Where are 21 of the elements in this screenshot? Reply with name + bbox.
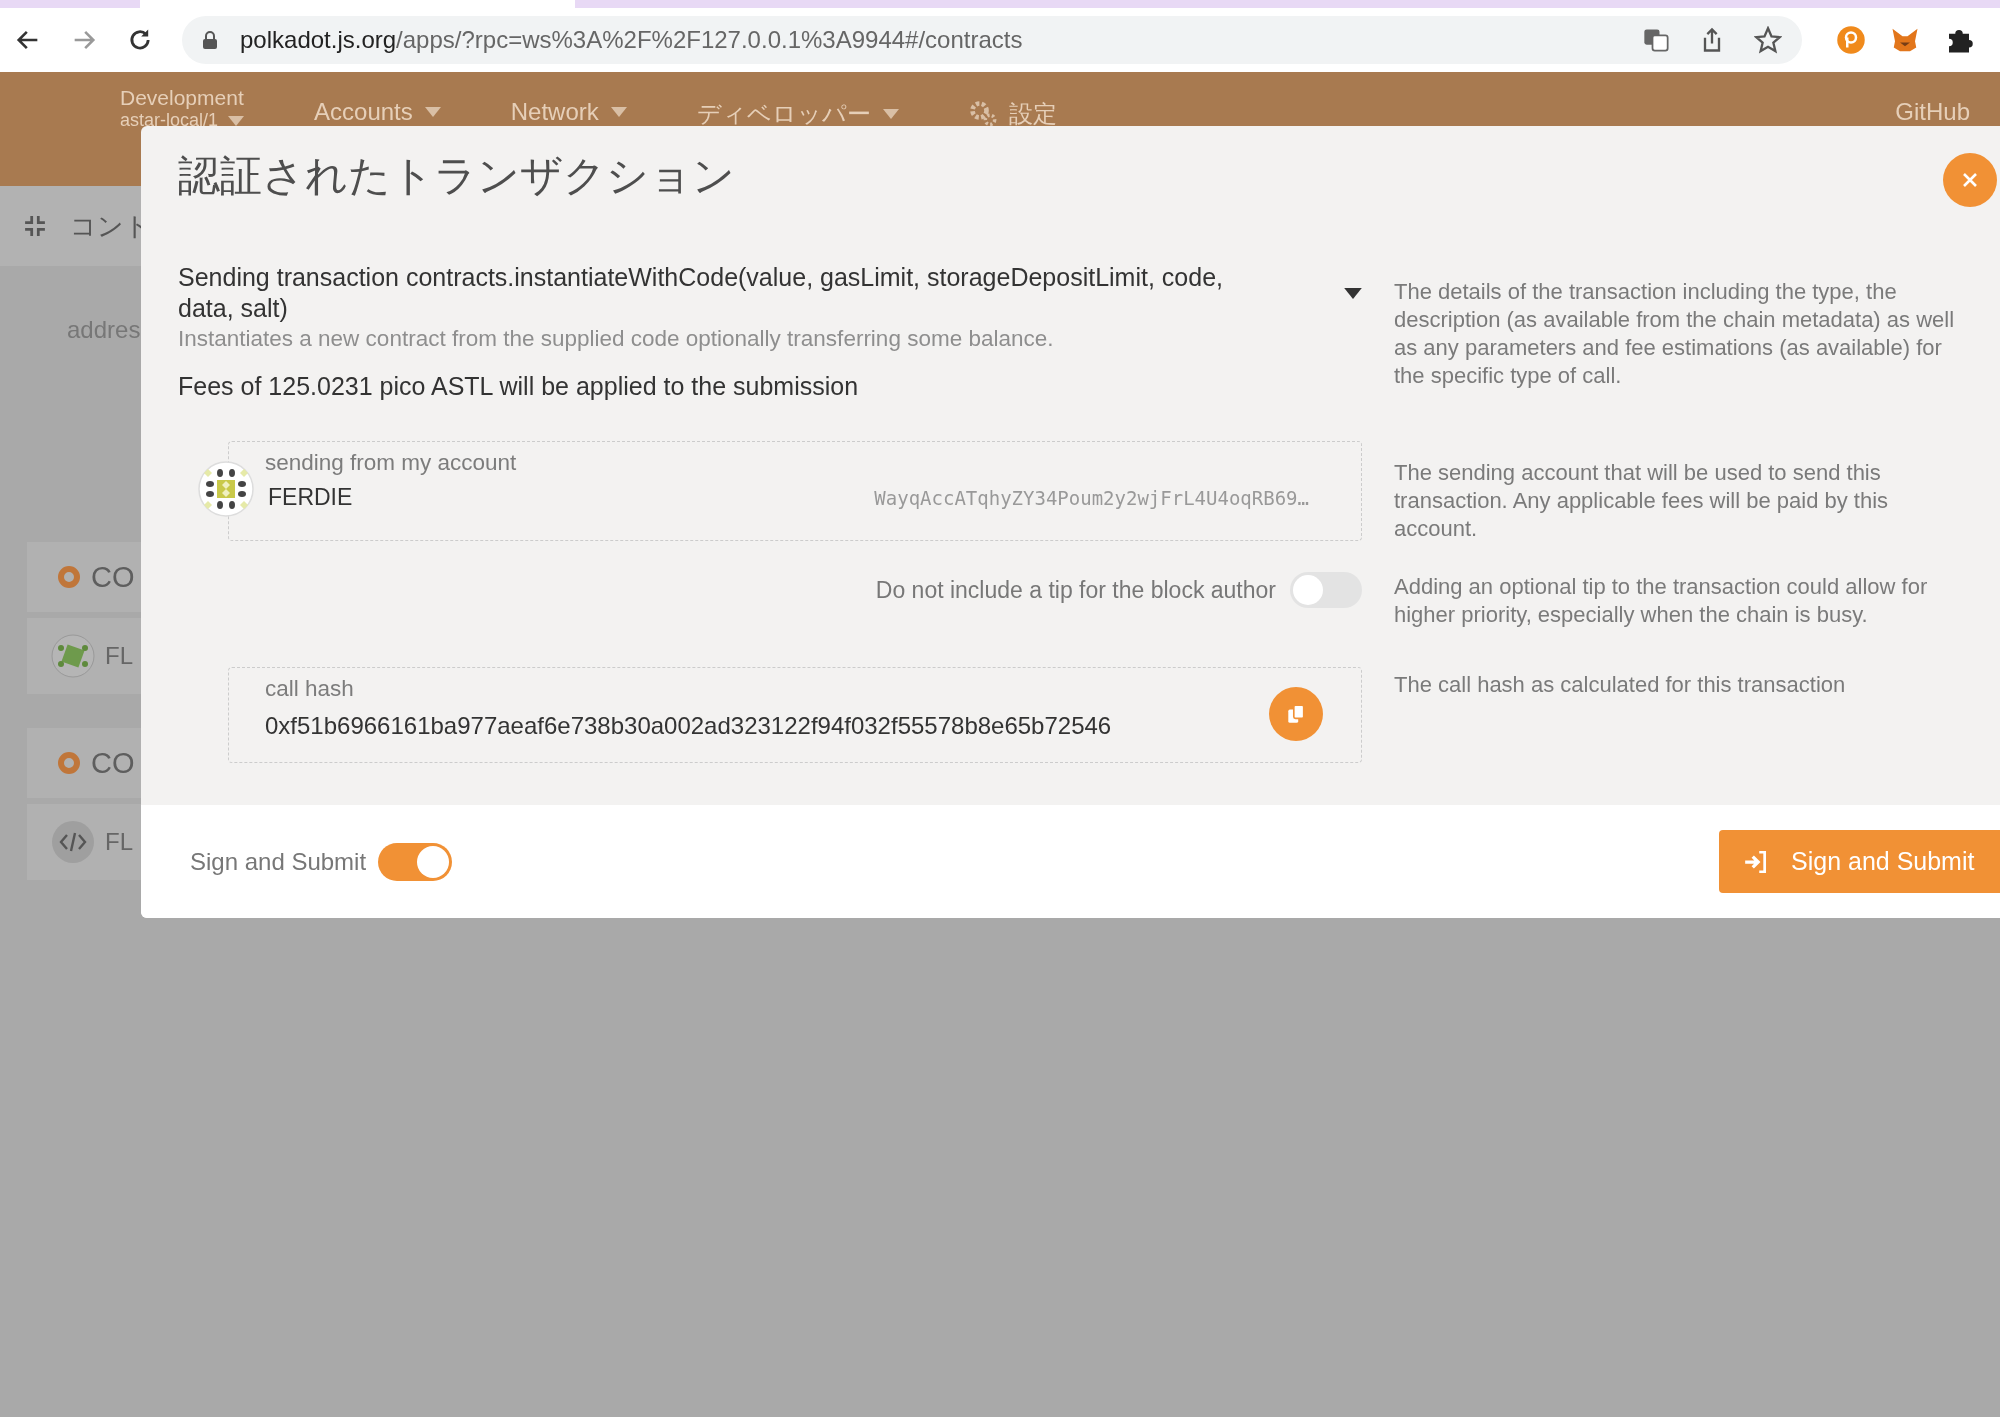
field-label: sending from my account: [265, 450, 518, 476]
account-address: WayqAccATqhyZY34Poum2y2wjFrL4U4oqRB69…: [874, 487, 1309, 509]
toggle-label: Sign and Submit: [190, 847, 367, 876]
field-label: call hash: [265, 676, 355, 702]
call-description: Instantiates a new contract from the supplied code optionally transferring some balance.: [178, 325, 1055, 353]
transaction-call: Sending transaction contracts.instantiateWithCode(value, gasLimit, storageDepositLimit, code, data, salt): [178, 262, 1224, 324]
toggle-label: Do not include a tip for the block author: [875, 576, 1276, 604]
help-text: Adding an optional tip to the transaction could allow for higher priority, especially when the chain is busy.: [1394, 573, 1929, 629]
help-text: The sending account that will be used to send this transaction. Any applicable fees will be paid by this account.: [1394, 459, 1890, 543]
chain-name: Development: [120, 86, 245, 110]
contract-name: FL: [105, 642, 133, 670]
card-title: CO: [91, 560, 135, 594]
card-title: CO: [91, 746, 135, 780]
help-text: The details of the transaction including the type, the description (as available from the chain metadata) as well as any parameters and fee estimations (as available) for the specific type of call.: [1394, 278, 1956, 390]
modal-title: 認証されたトランザクション: [178, 151, 735, 201]
help-text: The call hash as calculated for this transaction: [1394, 671, 1847, 699]
url-text: polkadot.js.org/apps/?rpc=ws%3A%2F%2F127.0.0.1%3A9944#/contracts: [240, 26, 1023, 54]
account-name: FERDIE: [268, 484, 353, 511]
fees-text: Fees of 125.0231 pico ASTL will be applied to the submission: [178, 372, 860, 401]
contract-name: FL: [105, 828, 133, 856]
call-hash-value: 0xf51b6966161ba977aeaf6e738b30a002ad323122f94f032f55578b8e65b72546: [265, 712, 1112, 740]
